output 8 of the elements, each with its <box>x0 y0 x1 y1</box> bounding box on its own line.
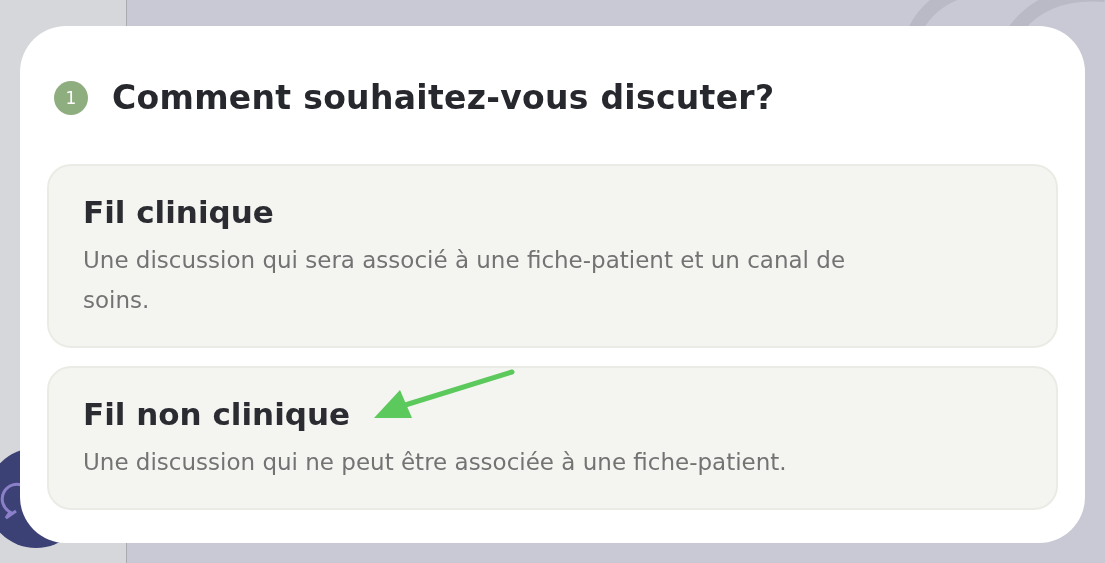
step-badge: 1 <box>54 80 88 115</box>
option-card[interactable]: Fil non clinique Une discussion qui ne peut être associée à une fiche-patient. <box>47 366 1058 510</box>
option-title: Fil clinique <box>83 194 275 230</box>
option-card[interactable]: Fil clinique Une discussion qui sera associé à une fiche-patient et un canal de soins. <box>47 164 1058 348</box>
dialog-title: Comment souhaitez-vous discuter? <box>112 78 775 117</box>
option-description: Une discussion qui ne peut être associée à une fiche-patient. <box>83 448 788 477</box>
option-title: Fil non clinique <box>83 396 352 432</box>
option-description: Une discussion qui sera associé à une fiche-patient et un canal de soins. <box>83 246 847 315</box>
